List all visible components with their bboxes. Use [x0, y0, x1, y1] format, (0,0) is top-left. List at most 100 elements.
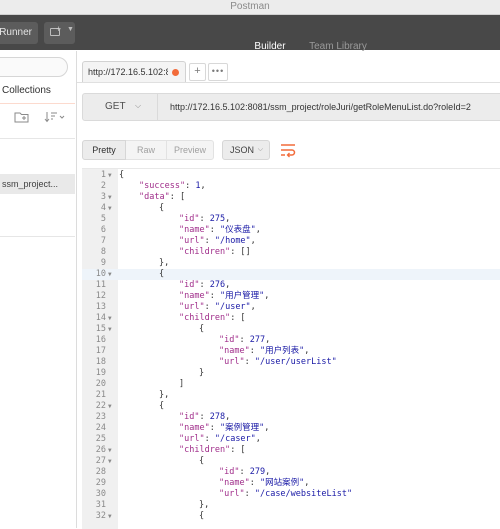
code-line: 16 "id": 277,	[82, 335, 500, 346]
line-number: 25	[95, 434, 106, 444]
code-line: 30 "url": "/case/websiteList"	[82, 489, 500, 500]
json-key: "url"	[179, 236, 205, 246]
json-value: "用户列表"	[259, 346, 305, 356]
json-key: "data"	[139, 192, 170, 202]
code-text: },	[159, 390, 169, 401]
request-tab[interactable]: http://172.16.5.102:80	[82, 61, 186, 83]
fold-toggle-icon[interactable]: ▼	[108, 170, 112, 181]
line-number: 7	[100, 236, 106, 246]
fold-toggle-icon[interactable]: ▼	[108, 445, 112, 456]
method-select[interactable]: GET ⌵	[82, 93, 158, 121]
fold-toggle-icon[interactable]: ▼	[108, 313, 112, 324]
json-value: "网站案例"	[259, 478, 305, 488]
line-number: 30	[95, 489, 106, 499]
json-punctuation: ,	[225, 214, 231, 224]
code-line: 7 "url": "/home",	[82, 236, 500, 247]
code-line: 23 "id": 278,	[82, 412, 500, 423]
request-tab-title: http://172.16.5.102:80	[88, 67, 168, 77]
json-punctuation: {	[199, 511, 205, 521]
fold-toggle-icon[interactable]: ▼	[108, 269, 112, 280]
line-number: 5	[100, 214, 106, 224]
tab-preview[interactable]: Preview	[166, 140, 214, 160]
json-punctuation: :	[249, 346, 260, 356]
line-number: 1	[100, 170, 106, 180]
code-line: 14 ▼ "children": [	[82, 313, 500, 324]
tab-collections[interactable]: Collections	[0, 85, 75, 103]
code-text: "url": "/caser",	[179, 434, 261, 445]
fold-toggle-icon[interactable]: ▼	[108, 456, 112, 467]
code-line: 28 "id": 279,	[82, 467, 500, 478]
code-text: "id": 277,	[219, 335, 270, 346]
main-panel: http://172.16.5.102:80 + ••• GET ⌵ http:…	[77, 51, 500, 529]
code-line: 32 ▼ {	[82, 511, 500, 522]
json-punctuation: : [	[230, 445, 246, 455]
code-line: 4 ▼ {	[82, 203, 500, 214]
fold-toggle-icon[interactable]: ▼	[108, 401, 112, 412]
line-number: 28	[95, 467, 106, 477]
json-punctuation: ,	[264, 291, 270, 301]
json-value: "/user/userList"	[254, 357, 337, 367]
json-punctuation: ]	[179, 379, 185, 389]
json-punctuation: :	[239, 467, 250, 477]
code-line: 25 "url": "/caser",	[82, 434, 500, 445]
response-body-editor[interactable]: 1 ▼{2 "success": 1, 3 ▼ "data": [4 ▼{5 "id": 27…	[82, 168, 500, 529]
code-line: 12 "name": "用户管理",	[82, 291, 500, 302]
sidebar-search-input[interactable]	[0, 57, 68, 77]
json-key: "id"	[179, 214, 200, 224]
sidebar-item-collection[interactable]: ssm_project...	[0, 174, 75, 194]
json-punctuation: {	[159, 401, 165, 411]
fold-toggle-icon[interactable]: ▼	[108, 192, 112, 203]
json-key: "success"	[139, 181, 186, 191]
line-number: 29	[95, 478, 106, 488]
code-text: {	[159, 269, 164, 280]
code-text: "name": "仪表盘",	[179, 225, 261, 236]
sidebar: Collections ssm_project...	[0, 51, 77, 528]
json-punctuation: ,	[225, 412, 231, 422]
json-punctuation: :	[204, 302, 215, 312]
json-key: "id"	[219, 335, 240, 345]
sort-icon[interactable]	[44, 111, 66, 123]
json-punctuation: ,	[304, 346, 310, 356]
code-line: 17 "name": "用户列表",	[82, 346, 500, 357]
tab-raw[interactable]: Raw	[126, 140, 166, 160]
add-folder-icon[interactable]	[14, 111, 30, 123]
code-text: ]	[179, 379, 184, 390]
code-line: 2 "success": 1,	[82, 181, 500, 192]
json-punctuation: }	[199, 368, 205, 378]
new-window-button[interactable]: + ▼	[44, 22, 75, 44]
code-text: {	[199, 456, 204, 467]
code-text: "name": "案例管理",	[179, 423, 269, 434]
json-value: 277	[249, 335, 266, 345]
json-key: "id"	[179, 412, 200, 422]
url-input[interactable]: http://172.16.5.102:8081/ssm_project/rol…	[158, 93, 500, 121]
tab-pretty[interactable]: Pretty	[82, 140, 126, 160]
code-text: "url": "/home",	[179, 236, 256, 247]
json-key: "name"	[179, 225, 210, 235]
fold-toggle-icon[interactable]: ▼	[108, 511, 112, 522]
json-punctuation: : [	[169, 192, 186, 202]
wrap-lines-icon[interactable]	[279, 142, 297, 158]
json-key: "url"	[179, 302, 205, 312]
new-tab-button[interactable]: +	[189, 63, 206, 81]
json-punctuation: :	[199, 214, 210, 224]
fold-toggle-icon[interactable]: ▼	[108, 203, 112, 214]
json-key: "name"	[219, 346, 250, 356]
json-value: "案例管理"	[219, 423, 265, 433]
code-text: "url": "/user",	[179, 302, 256, 313]
line-number: 31	[95, 500, 106, 510]
json-value: "/caser"	[214, 434, 256, 444]
code-line: 27 ▼ {	[82, 456, 500, 467]
json-punctuation: ,	[255, 225, 261, 235]
code-line: 11 "id": 276,	[82, 280, 500, 291]
format-select[interactable]: JSON ⌵	[222, 140, 270, 160]
line-number: 15	[95, 324, 106, 334]
fold-toggle-icon[interactable]: ▼	[108, 324, 112, 335]
json-punctuation: :	[244, 357, 255, 367]
json-key: "children"	[179, 247, 231, 257]
chevron-down-icon: ▼	[67, 26, 74, 33]
json-key: "id"	[219, 467, 240, 477]
json-punctuation: :	[249, 478, 260, 488]
code-text: }	[199, 368, 204, 379]
more-tabs-button[interactable]: •••	[208, 63, 228, 81]
runner-button[interactable]: Runner	[0, 22, 38, 44]
